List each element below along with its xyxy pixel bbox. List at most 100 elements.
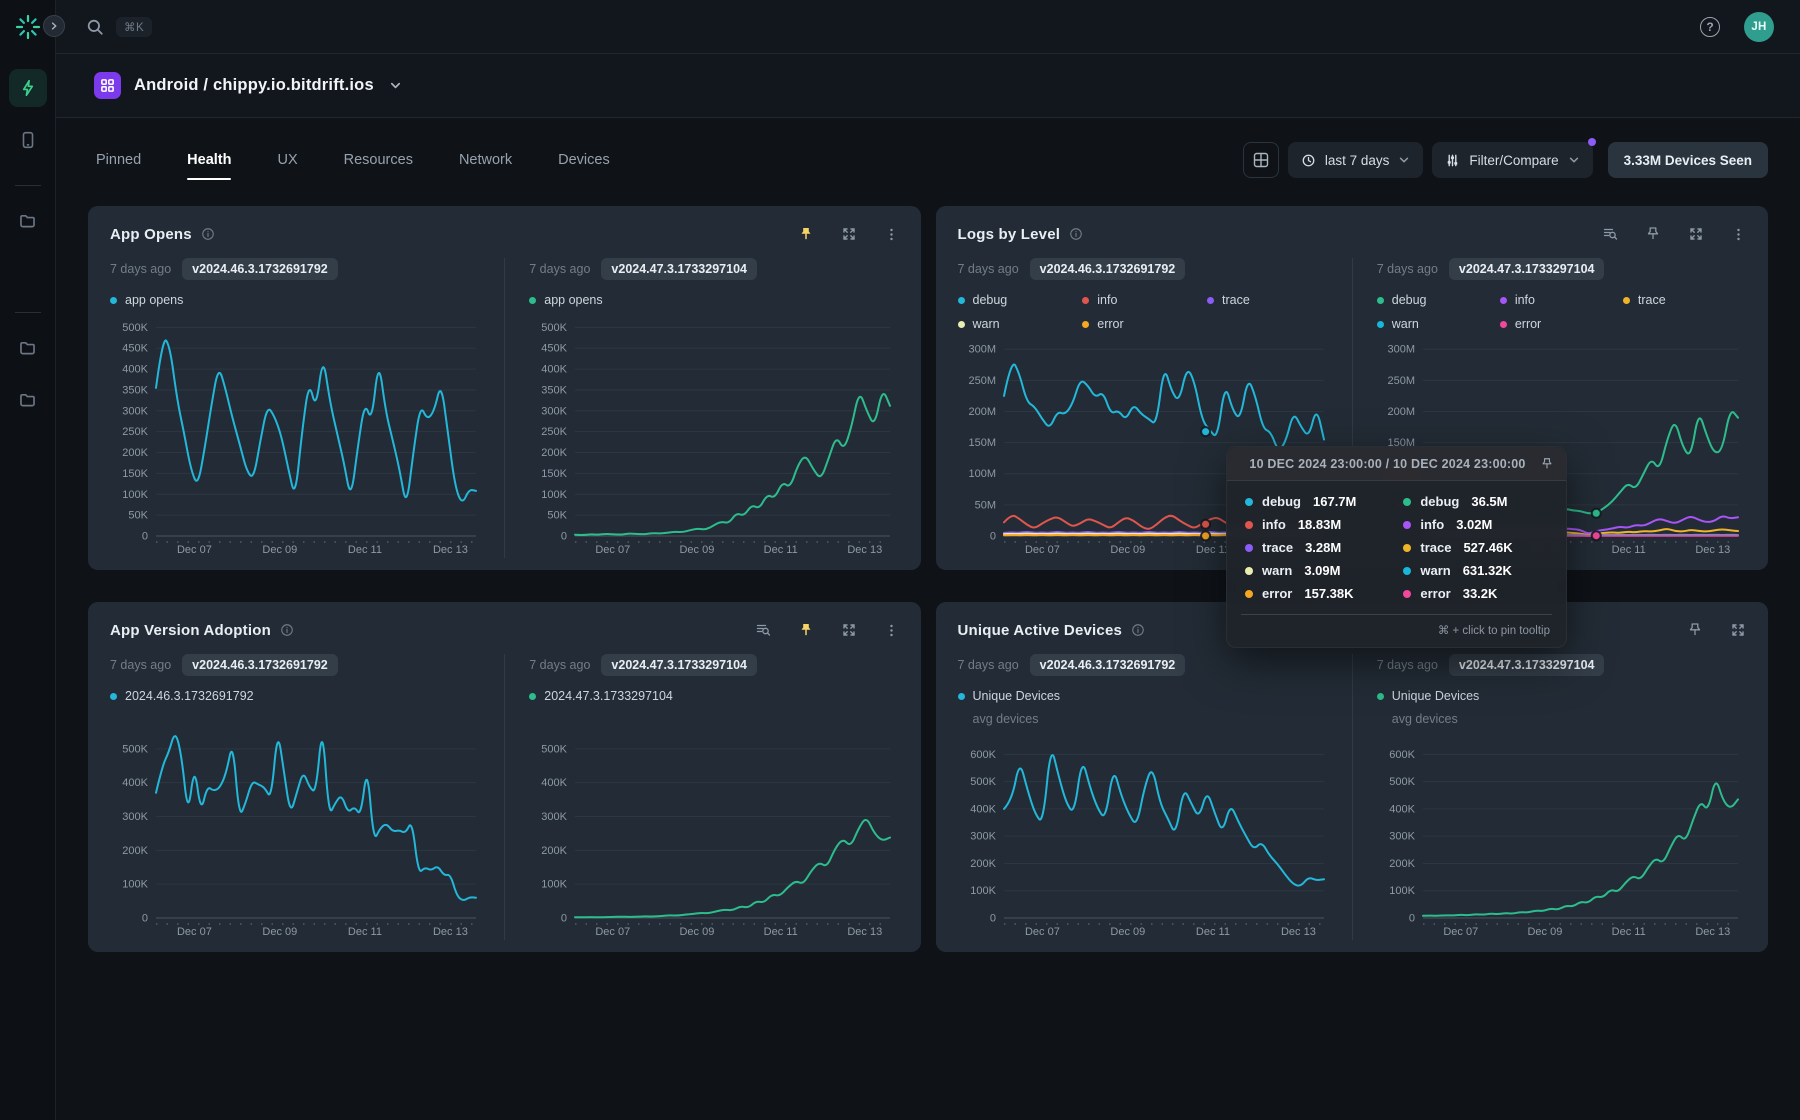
expand-icon[interactable] — [1730, 622, 1746, 638]
pin-icon[interactable] — [1645, 226, 1661, 242]
panel-v47: 7 days ago v2024.47.3.1733297104 app ope… — [504, 258, 898, 558]
global-search[interactable]: ⌘K — [86, 17, 152, 37]
legend-item[interactable]: app opens — [110, 293, 484, 307]
svg-text:300K: 300K — [122, 405, 148, 417]
svg-text:0: 0 — [1409, 913, 1415, 925]
svg-text:Dec 13: Dec 13 — [1695, 544, 1730, 556]
kebab-menu-icon[interactable] — [884, 227, 899, 242]
legend-item-info[interactable]: info — [1082, 293, 1207, 307]
tooltip-dot — [1403, 521, 1411, 529]
panel-v47: 7 days ago v2024.47.3.1733297104 2024.47… — [504, 654, 898, 940]
clock-icon — [1301, 153, 1316, 168]
svg-text:200K: 200K — [970, 858, 996, 870]
pin-tooltip-icon[interactable] — [1540, 457, 1554, 471]
version-badge: v2024.47.3.1733297104 — [1449, 654, 1605, 676]
legend-dot — [1623, 297, 1630, 304]
help-button[interactable]: ? — [1700, 17, 1720, 37]
ago-label: 7 days ago — [958, 262, 1019, 276]
devices-seen-button[interactable]: 3.33M Devices Seen — [1608, 142, 1768, 178]
tooltip-col-v46: debug167.7M info18.83M trace3.28M warn3.… — [1245, 494, 1403, 601]
svg-text:Dec 09: Dec 09 — [262, 544, 297, 556]
ago-label: 7 days ago — [110, 658, 171, 672]
legend-avg-devices[interactable]: avg devices — [973, 712, 1332, 726]
tooltip-row: error157.38K — [1245, 586, 1403, 601]
chart-app-opens-v47[interactable]: 050K100K150K200K250K300K350K400K450K500K… — [529, 311, 898, 558]
svg-text:200K: 200K — [122, 845, 148, 857]
legend-item[interactable]: 2024.46.3.1732691792 — [110, 689, 484, 703]
ago-label: 7 days ago — [529, 658, 590, 672]
expand-icon[interactable] — [1688, 226, 1704, 242]
tooltip-row: error33.2K — [1403, 586, 1550, 601]
kebab-menu-icon[interactable] — [1731, 227, 1746, 242]
sidebar-item-health[interactable] — [9, 69, 47, 107]
svg-text:100K: 100K — [970, 885, 996, 897]
legend-item[interactable]: Unique Devices — [1377, 689, 1746, 703]
legend-item[interactable]: Unique Devices — [958, 689, 1332, 703]
legend-dot — [1377, 297, 1384, 304]
tab-resources[interactable]: Resources — [344, 142, 413, 178]
legend-item-trace[interactable]: trace — [1207, 293, 1332, 307]
legend-item-error[interactable]: error — [1082, 317, 1207, 331]
sidebar-item-devices[interactable] — [9, 121, 47, 159]
chart-tooltip: 10 DEC 2024 23:00:00 / 10 DEC 2024 23:00… — [1226, 446, 1567, 648]
svg-text:0: 0 — [561, 913, 567, 925]
filter-compare-dropdown[interactable]: Filter/Compare — [1432, 142, 1592, 178]
sidebar-item-folder-1[interactable] — [9, 202, 47, 240]
legend-avg-devices[interactable]: avg devices — [1392, 712, 1746, 726]
app-switcher-chevron[interactable] — [389, 79, 402, 92]
legend-dot — [958, 321, 965, 328]
version-badge: v2024.47.3.1733297104 — [601, 258, 757, 280]
tab-ux[interactable]: UX — [277, 142, 297, 178]
svg-text:450K: 450K — [122, 343, 148, 355]
legend-item-debug[interactable]: debug — [1377, 293, 1500, 307]
expand-icon[interactable] — [841, 226, 857, 242]
svg-text:350K: 350K — [542, 384, 568, 396]
tooltip-label: warn — [1262, 563, 1292, 578]
legend-item-info[interactable]: info — [1500, 293, 1623, 307]
pin-icon[interactable] — [1687, 622, 1703, 638]
tab-devices[interactable]: Devices — [558, 142, 610, 178]
info-icon — [201, 227, 215, 241]
pin-icon[interactable] — [798, 622, 814, 638]
time-range-dropdown[interactable]: last 7 days — [1288, 142, 1424, 178]
sidebar-divider — [15, 312, 41, 313]
filter-compare-label: Filter/Compare — [1469, 153, 1558, 168]
bitdrift-logo-icon[interactable] — [14, 13, 42, 41]
pin-icon[interactable] — [798, 226, 814, 242]
legend-item-warn[interactable]: warn — [1377, 317, 1500, 331]
chart-app-opens-v46[interactable]: 050K100K150K200K250K300K350K400K450K500K… — [110, 311, 484, 558]
tab-bar: Pinned Health UX Resources Network Devic… — [88, 142, 610, 178]
legend-item-error[interactable]: error — [1500, 317, 1623, 331]
tab-network[interactable]: Network — [459, 142, 512, 178]
ago-label: 7 days ago — [1377, 658, 1438, 672]
svg-text:150K: 150K — [542, 468, 568, 480]
chart-uad-v47[interactable]: 0100K200K300K400K500K600KDec 07Dec 09Dec… — [1377, 730, 1746, 940]
svg-text:400K: 400K — [122, 777, 148, 789]
chart-adoption-v46[interactable]: 0100K200K300K400K500KDec 07Dec 09Dec 11D… — [110, 707, 484, 940]
sidebar-item-folder-3[interactable] — [9, 381, 47, 419]
expand-icon[interactable] — [841, 622, 857, 638]
legend-dot — [1082, 321, 1089, 328]
legend-item-warn[interactable]: warn — [958, 317, 1083, 331]
card-unique-active-devices: Unique Active Devices 7 days ago v2024.4… — [936, 602, 1769, 952]
legend-item[interactable]: app opens — [529, 293, 898, 307]
legend-item[interactable]: 2024.47.3.1733297104 — [529, 689, 898, 703]
list-search-icon[interactable] — [1602, 226, 1618, 242]
sidebar-collapse-button[interactable] — [43, 15, 65, 37]
chart-uad-v46[interactable]: 0100K200K300K400K500K600KDec 07Dec 09Dec… — [958, 730, 1332, 940]
sidebar-item-folder-2[interactable] — [9, 329, 47, 367]
tooltip-row: trace3.28M — [1245, 540, 1403, 555]
svg-text:Dec 11: Dec 11 — [348, 544, 382, 556]
list-search-icon[interactable] — [755, 622, 771, 638]
avatar[interactable]: JH — [1744, 12, 1774, 42]
chart-adoption-v47[interactable]: 0100K200K300K400K500KDec 07Dec 09Dec 11D… — [529, 707, 898, 940]
tooltip-footer-hint: ⌘ + click to pin tooltip — [1241, 614, 1552, 647]
layout-grid-button[interactable] — [1243, 142, 1279, 178]
legend-item-debug[interactable]: debug — [958, 293, 1083, 307]
tab-health[interactable]: Health — [187, 142, 231, 178]
tooltip-dot — [1245, 521, 1253, 529]
legend-item-trace[interactable]: trace — [1623, 293, 1746, 307]
svg-text:500K: 500K — [970, 776, 996, 788]
tab-pinned[interactable]: Pinned — [96, 142, 141, 178]
kebab-menu-icon[interactable] — [884, 623, 899, 638]
